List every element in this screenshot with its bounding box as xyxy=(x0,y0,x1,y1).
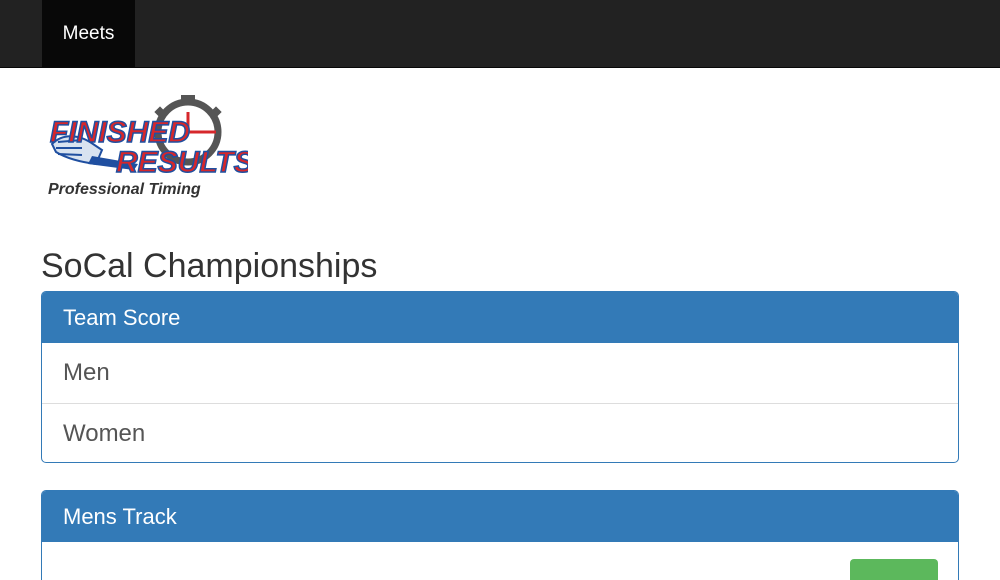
top-navbar: Meets xyxy=(0,0,1000,68)
logo-word-results: RESULTS xyxy=(116,146,248,179)
logo-tagline: Professional Timing xyxy=(48,181,201,198)
mens-track-heading: Mens Track xyxy=(42,491,958,542)
team-score-men-link[interactable]: Men xyxy=(42,343,958,403)
logo-graphic: FINISHED RESULTS Professional Timing xyxy=(48,95,255,198)
mens-track-panel: Mens Track xyxy=(41,490,959,580)
team-score-women-link[interactable]: Women xyxy=(42,403,958,462)
logo-word-finished: FINISHED xyxy=(50,116,190,149)
finished-results-logo[interactable]: FINISHED RESULTS Professional Timing xyxy=(38,92,255,204)
page-title: SoCal Championships xyxy=(41,247,378,285)
team-score-heading: Team Score xyxy=(42,292,958,343)
nav-meets-link[interactable]: Meets xyxy=(42,0,135,67)
team-score-panel: Team Score Men Women xyxy=(41,291,959,463)
status-badge[interactable] xyxy=(850,559,938,580)
